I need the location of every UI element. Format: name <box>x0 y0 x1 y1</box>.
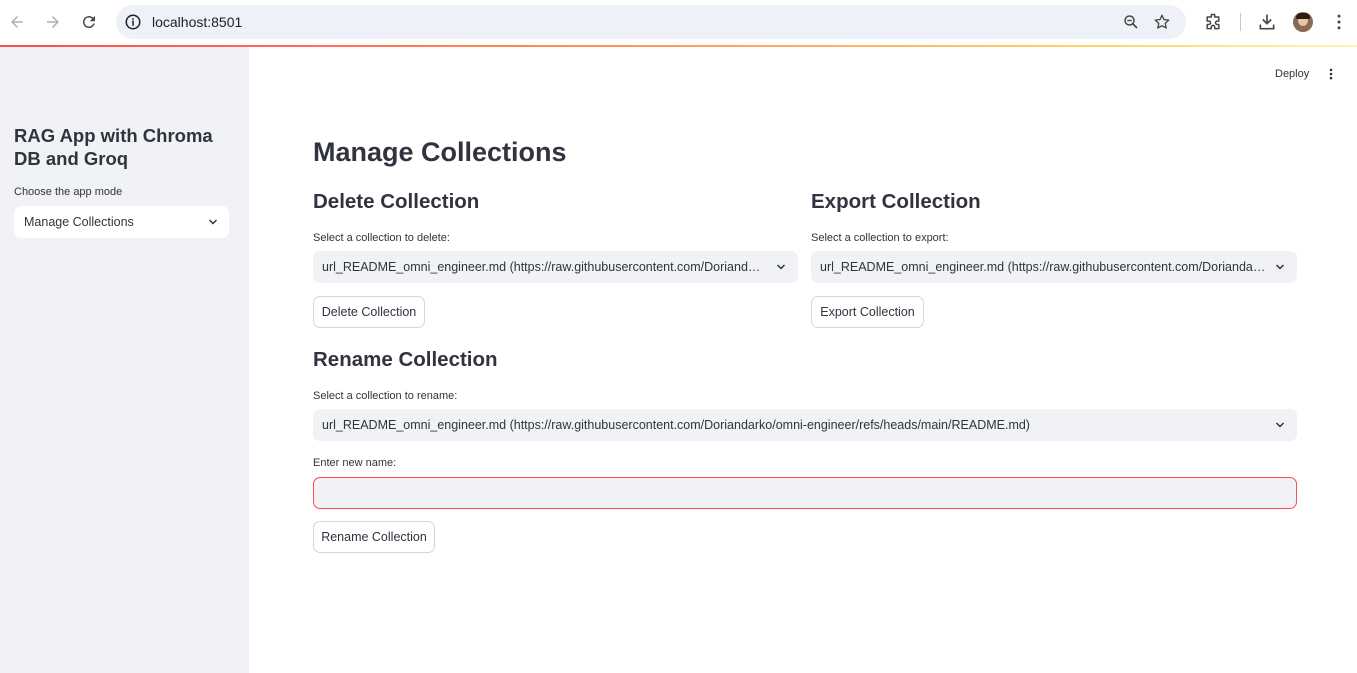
main-menu-icon[interactable] <box>1324 67 1338 81</box>
address-bar[interactable]: localhost:8501 <box>116 5 1186 39</box>
url-text[interactable]: localhost:8501 <box>152 14 242 30</box>
rename-collection-select[interactable]: url_README_omni_engineer.md (https://raw… <box>313 409 1297 441</box>
extensions-icon[interactable] <box>1203 12 1223 32</box>
chevron-down-icon[interactable] <box>1274 261 1286 273</box>
deploy-button[interactable]: Deploy <box>1275 68 1309 80</box>
download-icon[interactable] <box>1257 12 1277 32</box>
export-collection-button[interactable]: Export Collection <box>811 296 924 328</box>
sidebar-title: RAG App with Chroma DB and Groq <box>14 125 213 169</box>
rename-select-value[interactable]: url_README_omni_engineer.md (https://raw… <box>322 418 1262 432</box>
app-mode-value[interactable]: Manage Collections <box>24 215 134 229</box>
reload-icon[interactable] <box>78 11 100 33</box>
zoom-icon[interactable] <box>1122 13 1140 31</box>
app-mode-select[interactable]: Manage Collections <box>14 206 229 238</box>
sidebar: RAG App with Chroma DB and Groq Choose t… <box>0 47 249 673</box>
forward-icon[interactable] <box>42 11 64 33</box>
browser-menu-icon[interactable] <box>1329 12 1349 32</box>
delete-select-value[interactable]: url_README_omni_engineer.md (https://raw… <box>322 260 767 274</box>
rename-select-label: Select a collection to rename: <box>313 390 458 402</box>
rename-collection-button[interactable]: Rename Collection <box>313 521 435 553</box>
back-icon[interactable] <box>6 11 28 33</box>
bookmark-star-icon[interactable] <box>1153 13 1171 31</box>
profile-avatar[interactable] <box>1293 12 1313 32</box>
new-name-label: Enter new name: <box>313 457 397 469</box>
page-title: Manage Collections <box>313 137 567 167</box>
app-mode-label: Choose the app mode <box>14 186 123 198</box>
export-select-value[interactable]: url_README_omni_engineer.md (https://raw… <box>820 260 1266 274</box>
chevron-down-icon[interactable] <box>1274 419 1286 431</box>
delete-select-label: Select a collection to delete: <box>313 232 450 244</box>
site-info-icon[interactable] <box>124 13 142 31</box>
export-collection-select[interactable]: url_README_omni_engineer.md (https://raw… <box>811 251 1297 283</box>
delete-collection-button[interactable]: Delete Collection <box>313 296 425 328</box>
browser-toolbar: localhost:8501 <box>0 0 1357 45</box>
new-name-input[interactable] <box>313 477 1297 509</box>
rename-collection-heading: Rename Collection <box>313 348 498 371</box>
toolbar-divider <box>1240 13 1241 31</box>
chevron-down-icon[interactable] <box>775 261 787 273</box>
export-select-label: Select a collection to export: <box>811 232 949 244</box>
delete-collection-select[interactable]: url_README_omni_engineer.md (https://raw… <box>313 251 798 283</box>
export-collection-heading: Export Collection <box>811 190 981 213</box>
chevron-down-icon[interactable] <box>207 216 219 228</box>
delete-collection-heading: Delete Collection <box>313 190 480 213</box>
